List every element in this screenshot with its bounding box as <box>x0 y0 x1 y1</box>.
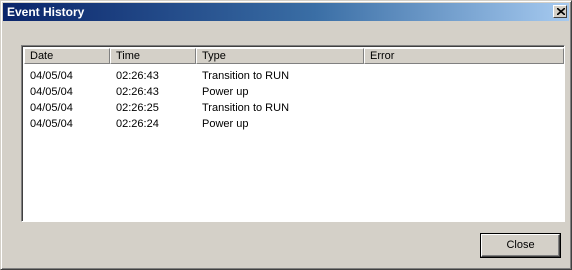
table-row[interactable]: 04/05/04 02:26:43 Power up <box>24 84 564 100</box>
cell-time: 02:26:43 <box>116 86 159 98</box>
event-history-dialog: Event History Date Time Type Error 04/05… <box>0 0 572 270</box>
cell-time: 02:26:24 <box>116 118 159 130</box>
cell-date: 04/05/04 <box>30 118 73 130</box>
column-header-time[interactable]: Time <box>110 48 196 64</box>
window-title: Event History <box>7 5 85 19</box>
cell-type: Transition to RUN <box>202 70 290 82</box>
cell-type: Power up <box>202 86 249 98</box>
close-icon <box>557 8 565 15</box>
title-close-button[interactable] <box>553 5 567 18</box>
cell-time: 02:26:43 <box>116 70 159 82</box>
table-row[interactable]: 04/05/04 02:26:24 Power up <box>24 116 564 132</box>
column-header-type[interactable]: Type <box>196 48 364 64</box>
cell-type: Transition to RUN <box>202 102 290 114</box>
cell-date: 04/05/04 <box>30 102 73 114</box>
list-header: Date Time Type Error <box>24 48 564 64</box>
cell-date: 04/05/04 <box>30 70 73 82</box>
title-bar[interactable]: Event History <box>3 3 569 21</box>
cell-time: 02:26:25 <box>116 102 159 114</box>
event-rows: 04/05/04 02:26:43 Transition to RUN 04/0… <box>24 68 564 132</box>
event-list[interactable]: Date Time Type Error 04/05/04 02:26:43 T… <box>21 45 565 222</box>
cell-type: Power up <box>202 118 249 130</box>
cell-date: 04/05/04 <box>30 86 73 98</box>
table-row[interactable]: 04/05/04 02:26:25 Transition to RUN <box>24 100 564 116</box>
table-row[interactable]: 04/05/04 02:26:43 Transition to RUN <box>24 68 564 84</box>
close-button[interactable]: Close <box>481 234 560 257</box>
column-header-error[interactable]: Error <box>364 48 564 64</box>
column-header-date[interactable]: Date <box>24 48 110 64</box>
